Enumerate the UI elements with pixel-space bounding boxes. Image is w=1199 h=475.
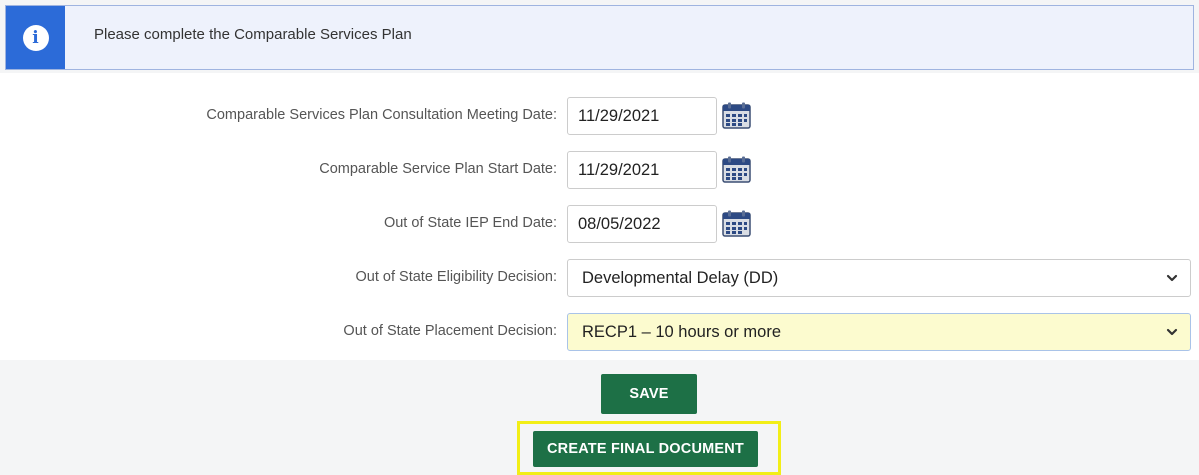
calendar-icon[interactable] [722,156,751,183]
iep-end-date-input[interactable]: 08/05/2022 [567,205,717,243]
consultation-date-input[interactable]: 11/29/2021 [567,97,717,135]
calendar-icon[interactable] [722,210,751,237]
comparable-services-form: Comparable Services Plan Consultation Me… [0,73,1199,360]
save-button[interactable]: SAVE [601,374,697,414]
alert-message: Please complete the Comparable Services … [94,26,412,43]
consultation-date-row: Comparable Services Plan Consultation Me… [0,97,1199,135]
calendar-icon[interactable] [722,102,751,129]
eligibility-selected-value: Developmental Delay (DD) [582,269,779,287]
create-final-document-focus-outline: CREATE FINAL DOCUMENT [517,421,781,475]
start-date-row: Comparable Service Plan Start Date: 11/2… [0,151,1199,189]
eligibility-row: Out of State Eligibility Decision: Devel… [0,259,1199,297]
alert-icon-box: i [6,6,65,69]
chevron-down-icon [1166,328,1178,336]
placement-selected-value: RECP1 – 10 hours or more [582,323,782,341]
info-alert: i Please complete the Comparable Service… [5,5,1194,70]
iep-end-date-row: Out of State IEP End Date: 08/05/2022 [0,205,1199,243]
consultation-date-label: Comparable Services Plan Consultation Me… [206,107,557,123]
create-final-document-button[interactable]: CREATE FINAL DOCUMENT [533,431,758,467]
info-icon: i [22,24,49,51]
start-date-label: Comparable Service Plan Start Date: [319,161,557,177]
eligibility-label: Out of State Eligibility Decision: [355,269,557,285]
placement-label: Out of State Placement Decision: [343,323,557,339]
chevron-down-icon [1166,274,1178,282]
placement-select[interactable]: RECP1 – 10 hours or more [567,313,1191,351]
start-date-input[interactable]: 11/29/2021 [567,151,717,189]
placement-row: Out of State Placement Decision: RECP1 –… [0,313,1199,351]
iep-end-date-label: Out of State IEP End Date: [383,215,557,231]
eligibility-select[interactable]: Developmental Delay (DD) [567,259,1191,297]
